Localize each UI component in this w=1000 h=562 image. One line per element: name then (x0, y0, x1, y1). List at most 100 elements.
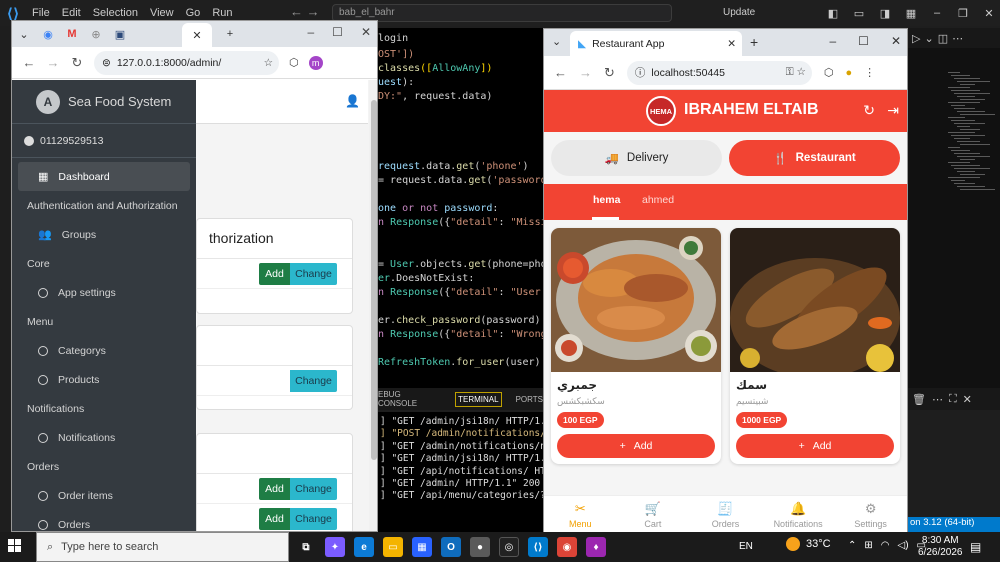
app-icon[interactable]: ♦ (586, 537, 606, 557)
url-input[interactable]: ⊜ 127.0.0.1:8000/admin/ ☆ (94, 50, 279, 75)
weather-widget[interactable]: 33°C (786, 537, 831, 551)
more-icon[interactable]: ⋯ (932, 393, 943, 406)
reload-icon[interactable]: ↻ (604, 65, 615, 81)
tab-category-hema[interactable]: hema (593, 194, 620, 206)
product-card[interactable]: سمك شبيتسيم 1000 EGP + Add (730, 228, 900, 464)
forward-icon[interactable]: → (579, 65, 592, 80)
menu-edit[interactable]: Edit (56, 7, 87, 19)
taskbar-search-input[interactable]: ⌕ Type here to search (36, 532, 289, 562)
minimize-icon[interactable]: – (926, 7, 948, 19)
scrollbar-thumb[interactable] (371, 100, 377, 460)
add-to-cart-button[interactable]: + Add (557, 434, 715, 458)
close-icon[interactable]: ✕ (891, 34, 901, 48)
network-icon[interactable]: ⊞ (864, 540, 872, 551)
close-icon[interactable]: ✕ (978, 7, 1000, 20)
more-icon[interactable]: ⋯ (952, 32, 963, 45)
tab-search-icon[interactable]: ⌄ (12, 28, 36, 41)
file-explorer-icon[interactable]: ▭ (383, 537, 403, 557)
refresh-icon[interactable]: ↻ (863, 102, 875, 119)
volume-icon[interactable]: ◁) (898, 540, 909, 551)
profile-avatar[interactable]: m (308, 55, 323, 70)
trash-icon[interactable]: 🗑 (912, 393, 926, 406)
product-card[interactable]: جمبري سكشبكشس 100 EGP + Add (551, 228, 721, 464)
tab-search-icon[interactable]: ⌄ (552, 35, 561, 48)
nav-cart[interactable]: 🛒 Cart (617, 496, 690, 532)
sidebar-item-groups[interactable]: 👥 Groups (18, 220, 190, 249)
site-info-icon[interactable]: ⓘ (635, 65, 646, 80)
python-version-status[interactable]: on 3.12 (64-bit) (908, 517, 1000, 532)
windows-start-icon[interactable] (8, 539, 22, 553)
star-icon[interactable]: ☆ (264, 57, 273, 69)
chrome-profile-icon[interactable]: ● (470, 537, 490, 557)
site-info-icon[interactable]: ⊜ (102, 57, 111, 69)
vscode-command-center[interactable]: bab_el_bahr (332, 4, 672, 22)
change-button[interactable]: Change (290, 263, 337, 285)
back-forward-icon[interactable]: ← → (290, 4, 320, 19)
profile-avatar-icon[interactable]: ● (846, 67, 853, 79)
menu-view[interactable]: View (144, 7, 180, 19)
wifi-icon[interactable]: ◠ (881, 540, 890, 551)
sidebar-item-dashboard[interactable]: ▦ Dashboard (18, 162, 190, 191)
copilot-icon[interactable]: ✦ (325, 537, 345, 557)
back-icon[interactable]: ← (22, 55, 36, 70)
tab-favicon-icon[interactable]: ◉ (36, 28, 60, 41)
close-icon[interactable]: ✕ (192, 29, 201, 42)
restaurant-button[interactable]: 🍴 Restaurant (729, 140, 900, 176)
tab-ports[interactable]: PORTS (516, 395, 543, 404)
change-button[interactable]: Change (290, 478, 337, 500)
new-tab-icon[interactable]: + (750, 34, 758, 50)
panel-icon[interactable]: ▭ (848, 7, 870, 20)
terminal[interactable]: ] "GET /admin/jsi18n/ HTTP/1.1"] "POST /… (378, 412, 563, 532)
app-icon[interactable]: ◎ (499, 537, 519, 557)
tab-category-ahmed[interactable]: ahmed (642, 194, 674, 206)
menu-selection[interactable]: Selection (87, 7, 144, 19)
tab-admin[interactable]: ✕ (182, 23, 212, 47)
sidebar-item-products[interactable]: Products (18, 365, 190, 394)
menu-file[interactable]: File (26, 7, 56, 19)
code-editor[interactable]: login OST']) classes([AllowAny]) uest): DY:"… (378, 28, 553, 388)
close-icon[interactable]: ✕ (727, 38, 736, 50)
nav-menu[interactable]: ✂ Menu (544, 496, 617, 532)
tab-restaurant-app[interactable]: ◣ Restaurant App ✕ (570, 31, 742, 56)
nav-settings[interactable]: ⚙ Settings (834, 496, 907, 532)
new-tab-icon[interactable]: + (218, 28, 242, 40)
nav-notifications[interactable]: 🔔 Notifications (762, 496, 835, 532)
forward-icon[interactable]: → (46, 55, 60, 70)
tab-debug-console[interactable]: EBUG CONSOLE (378, 390, 441, 408)
tab-favicon-icon[interactable]: ⊕ (84, 28, 108, 41)
close-icon[interactable]: ✕ (361, 25, 371, 39)
brand[interactable]: A Sea Food System (12, 80, 196, 124)
language-indicator[interactable]: EN (739, 541, 753, 552)
delivery-button[interactable]: 🚚 Delivery (551, 140, 722, 176)
menu-dots-icon[interactable]: ⋮ (864, 66, 875, 79)
sidebar-item-orders[interactable]: Orders (18, 510, 190, 531)
back-icon[interactable]: ← (554, 65, 567, 80)
change-button[interactable]: Change (290, 370, 337, 392)
change-button[interactable]: Change (290, 508, 337, 530)
grid-icon[interactable]: ▦ (900, 7, 922, 20)
chrome-icon[interactable]: ◉ (557, 537, 577, 557)
reload-icon[interactable]: ↻ (70, 55, 84, 71)
sidebar-item-notifications[interactable]: Notifications (18, 423, 190, 452)
add-button[interactable]: Add (259, 263, 290, 285)
tab-terminal[interactable]: TERMINAL (455, 391, 502, 407)
run-icon[interactable]: ▷ (912, 32, 920, 45)
tab-favicon-icon[interactable]: ▣ (108, 28, 132, 41)
gmail-icon[interactable]: M (60, 28, 84, 40)
layout-icon[interactable]: ◧ (822, 7, 844, 20)
edge-icon[interactable]: e (354, 537, 374, 557)
url-input[interactable]: ⓘ localhost:50445 ⚿ ☆ (626, 60, 812, 85)
maximize-icon[interactable]: ❐ (952, 7, 974, 20)
extensions-icon[interactable]: ⬡ (289, 56, 299, 69)
close-panel-icon[interactable]: ✕ (963, 393, 972, 406)
key-star-icons[interactable]: ⚿ ☆ (786, 66, 806, 79)
sidebar-item-app-settings[interactable]: App settings (18, 278, 190, 307)
add-button[interactable]: Add (259, 478, 290, 500)
maximize-panel-icon[interactable]: ⛶ (949, 393, 957, 406)
task-view-icon[interactable]: ⧉ (296, 537, 316, 557)
notification-icon[interactable]: ▤ (970, 540, 981, 554)
logout-icon[interactable]: ⇥ (887, 102, 899, 119)
add-button[interactable]: Add (259, 508, 290, 530)
sidebar-item-order-items[interactable]: Order items (18, 481, 190, 510)
outlook-icon[interactable]: O (441, 537, 461, 557)
